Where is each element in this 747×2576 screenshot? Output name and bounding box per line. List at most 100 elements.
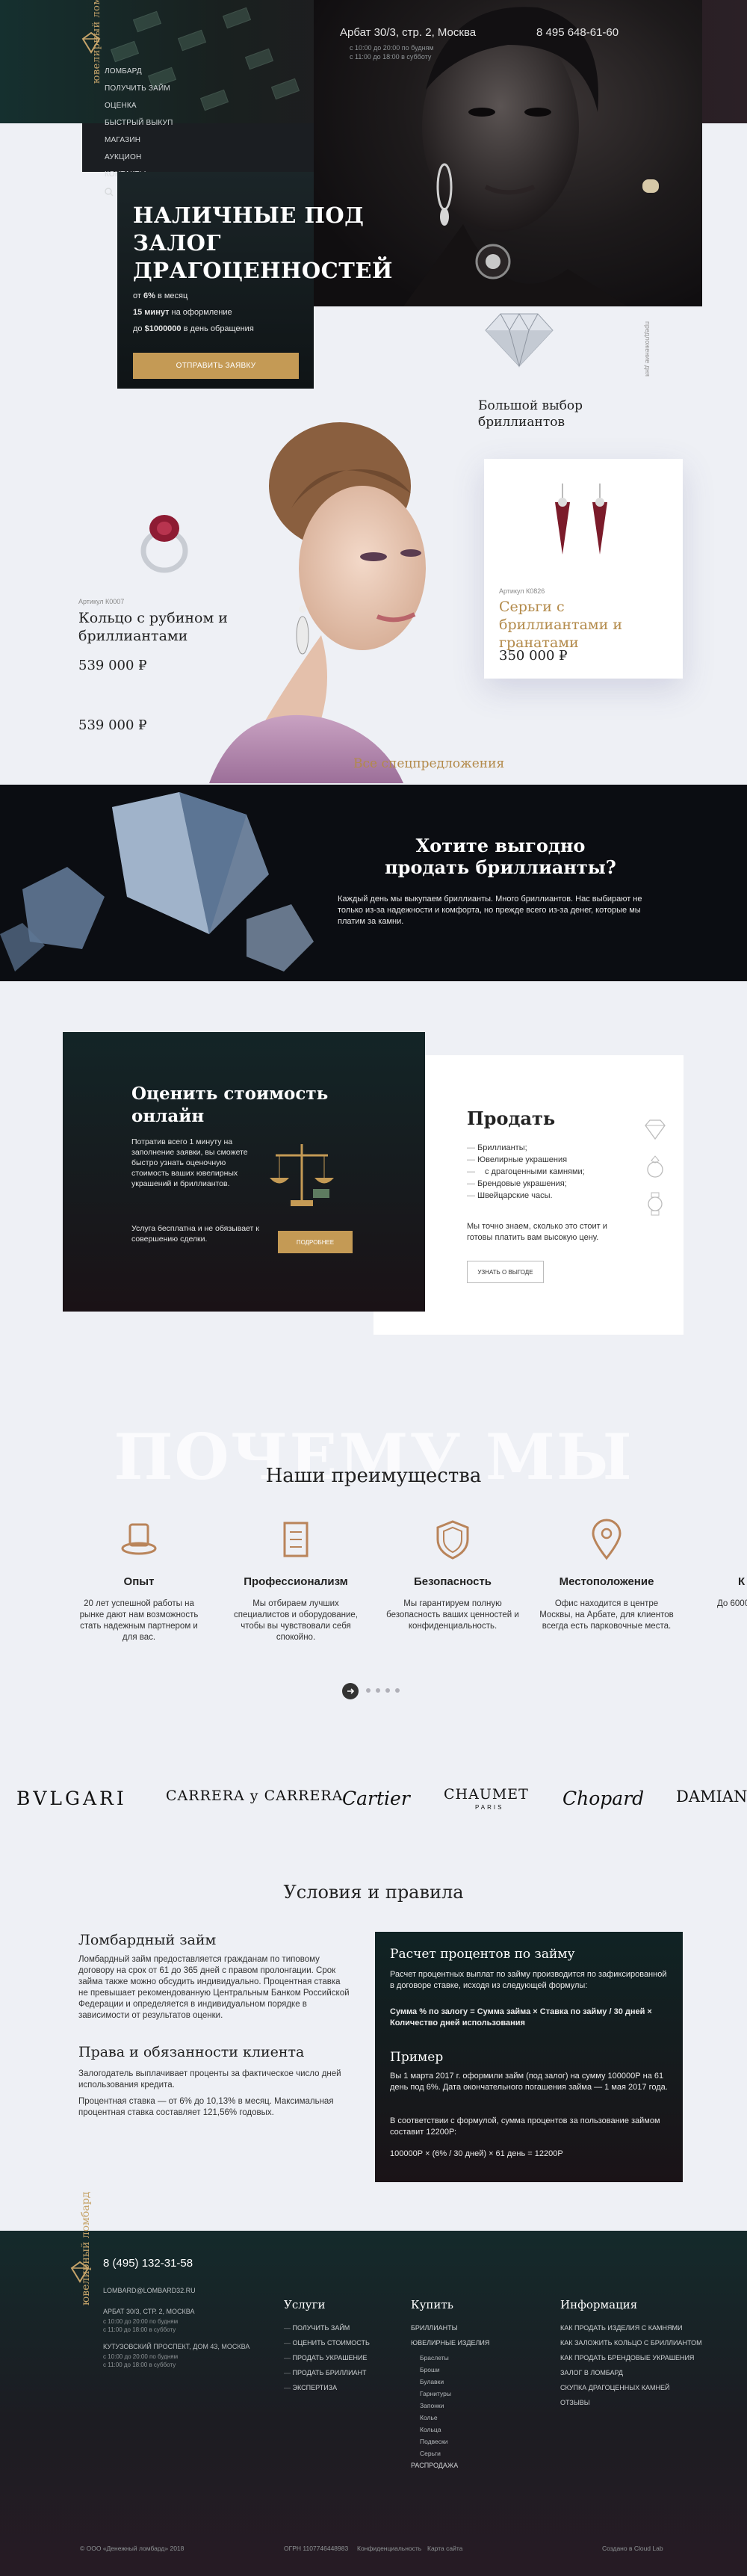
footer-link[interactable]: ОЦЕНИТЬ СТОИМОСТЬ [284, 2339, 370, 2354]
hero-amount: до $1000000 в день обращения [133, 324, 254, 333]
nav-item-get-loan[interactable]: ПОЛУЧИТЬ ЗАЙМ [105, 84, 173, 102]
header-phone[interactable]: 8 495 648-61-60 [536, 26, 619, 39]
advantages-title: Наши преимущества [265, 1465, 482, 1487]
footer-link[interactable]: ЗАЛОГ В ЛОМБАРД [560, 2369, 702, 2384]
sell-diamonds-banner [0, 785, 747, 981]
advantage-text: Мы отбираем лучших специалистов и оборуд… [234, 1599, 358, 1642]
product-card-ring[interactable]: Артикул К0007 Кольцо с рубином и бриллиа… [75, 493, 239, 740]
footer-link[interactable]: СКУПКА ДРАГОЦЕННЫХ КАМНЕЙ [560, 2384, 702, 2399]
nav-item-shop[interactable]: МАГАЗИН [105, 136, 173, 153]
product-article: Артикул К0007 [78, 598, 125, 605]
estimate-note: Услуга бесплатна и не обязывает к соверш… [131, 1224, 259, 1244]
footer-link[interactable]: РАСПРОДАЖА [411, 2462, 489, 2477]
footer-sublink[interactable]: Браслеты [411, 2354, 489, 2366]
hero-speed: 15 минут на оформление [133, 308, 232, 317]
brand-chopard[interactable]: Chopard [562, 1788, 644, 1809]
footer-link[interactable]: ЮВЕЛИРНЫЕ ИЗДЕЛИЯ [411, 2339, 489, 2354]
footer-logo[interactable]: ювелирный ломбард [69, 2192, 92, 2418]
nav-item-lombard[interactable]: ЛОМБАРД [105, 67, 173, 84]
rights-text: Залогодатель выплачивает проценты за фак… [78, 2069, 341, 2089]
ring-icon [647, 1155, 663, 1178]
footer-info-list: КАК ПРОДАТЬ ИЗДЕЛИЯ С КАМНЯМИ КАК ЗАЛОЖИ… [560, 2324, 702, 2414]
footer-email[interactable]: LOMBARD@LOMBARD32.RU [103, 2287, 196, 2294]
nav-item-auction[interactable]: АУКЦИОН [105, 153, 173, 170]
learn-benefit-button[interactable]: УЗНАТЬ О ВЫГОДЕ [467, 1261, 544, 1283]
footer-buy-title: Купить [411, 2298, 453, 2311]
model-with-earrings-photo [209, 418, 508, 783]
example-result: 100000Р × (6% / 30 дней) × 61 день = 122… [390, 2149, 563, 2158]
made-by[interactable]: Создано в Cloud Lab [602, 2545, 663, 2552]
nav-item-quick-buyout[interactable]: БЫСТРЫЙ ВЫКУП [105, 119, 173, 136]
sitemap-link[interactable]: Карта сайта [427, 2545, 462, 2552]
advantage-title: Безопасность [413, 1575, 492, 1588]
sell-list-item: Брендовые украшения; [467, 1178, 585, 1190]
scales-icon [270, 1144, 334, 1206]
brand-cartier[interactable]: Cartier [342, 1788, 410, 1809]
footer-link[interactable]: БРИЛЛИАНТЫ [411, 2324, 489, 2339]
calc-text: Расчет процентных выплат по займу произв… [390, 1970, 667, 1990]
carousel-dot[interactable] [385, 1688, 390, 1693]
carousel-dot[interactable] [395, 1688, 400, 1693]
earrings-image [555, 484, 607, 555]
watch-icon [648, 1192, 663, 1216]
footer-sublink[interactable]: Серьги [411, 2450, 489, 2462]
privacy-link[interactable]: Конфиденциальность [357, 2545, 421, 2552]
footer-link[interactable]: КАК ПРОДАТЬ ИЗДЕЛИЯ С КАМНЯМИ [560, 2324, 702, 2339]
sell-banner-title: Хотите выгодно продать бриллианты? [385, 835, 616, 878]
footer-link[interactable]: ОТЗЫВЫ [560, 2399, 702, 2414]
footer-link[interactable]: КАК ПРОДАТЬ БРЕНДОВЫЕ УКРАШЕНИЯ [560, 2354, 702, 2369]
footer-link[interactable]: ПРОДАТЬ УКРАШЕНИЕ [284, 2354, 370, 2369]
all-offers-link[interactable]: Все спецпредложения [353, 756, 504, 771]
product-card-earrings[interactable]: Артикул К0826 Серьги с бриллиантами и гр… [484, 459, 683, 679]
footer-sublink[interactable]: Булавки [411, 2378, 489, 2390]
more-details-button[interactable]: ПОДРОБНЕЕ [278, 1231, 353, 1253]
footer-sublink[interactable]: Гарнитуры [411, 2390, 489, 2402]
brand-damiani[interactable]: DAMIANI [676, 1788, 747, 1806]
product-price: 539 000 ₽ [78, 658, 147, 673]
carousel-next-arrow-icon[interactable] [342, 1683, 359, 1699]
header-hours: с 10:00 до 20:00 по будням с 11:00 до 18… [350, 43, 434, 61]
nav-item-estimate[interactable]: ОЦЕНКА [105, 102, 173, 119]
advantage-title: Местоположение [559, 1575, 654, 1588]
advantage-experience: Опыт 20 лет успешной работы на рынке даю… [72, 1517, 206, 1643]
footer-link[interactable]: ПОЛУЧИТЬ ЗАЙМ [284, 2324, 370, 2339]
footer-info-title: Информация [560, 2298, 638, 2311]
product-price: 350 000 ₽ [499, 648, 568, 664]
advantage-security: Безопасность Мы гарантируем полную безоп… [385, 1517, 520, 1632]
brand-chaumet[interactable]: CHAUMET [444, 1786, 529, 1803]
location-pin-icon [592, 1519, 622, 1560]
rights-title: Права и обязанности клиента [78, 2044, 305, 2060]
footer-link[interactable]: КАК ЗАЛОЖИТЬ КОЛЬЦО С БРИЛЛИАНТОМ [560, 2339, 702, 2354]
example-title: Пример [390, 2050, 444, 2065]
footer-hours-2a: с 10:00 до 20:00 по будням [103, 2353, 179, 2360]
footer-services-list: ПОЛУЧИТЬ ЗАЙМ ОЦЕНИТЬ СТОИМОСТЬ ПРОДАТЬ … [284, 2324, 370, 2399]
footer-address-1: АРБАТ 30/3, СТР. 2, МОСКВА [103, 2308, 195, 2315]
footer-buy-list: БРИЛЛИАНТЫ ЮВЕЛИРНЫЕ ИЗДЕЛИЯ Браслеты Бр… [411, 2324, 489, 2477]
estimate-text: Потратив всего 1 минуту на заполнение за… [131, 1137, 248, 1188]
logo[interactable]: ювелирный ломбард [81, 0, 103, 226]
footer-link[interactable]: ЭКСПЕРТИЗА [284, 2384, 370, 2399]
footer-sublink[interactable]: Подвески [411, 2438, 489, 2450]
footer-sublink[interactable]: Броши [411, 2366, 489, 2378]
scroll-icon [283, 1522, 309, 1557]
send-request-button[interactable]: ОТПРАВИТЬ ЗАЯВКУ [133, 353, 299, 379]
calc-title: Расчет процентов по займу [390, 1947, 575, 1962]
brand-bvlgari[interactable]: BVLGARI [16, 1788, 127, 1809]
footer: ювелирный ломбард 8 (495) 132-31-58 LOMB… [0, 2192, 747, 2576]
carousel-dot[interactable] [376, 1688, 380, 1693]
footer-sublink[interactable]: Колье [411, 2414, 489, 2426]
product-name[interactable]: Кольцо с рубином и бриллиантами [78, 609, 250, 645]
example-text-2: В соответствии с формулой, сумма процент… [390, 2116, 660, 2137]
footer-phone[interactable]: 8 (495) 132-31-58 [103, 2257, 193, 2270]
advantage-text: Офис находится в центре Москвы, на Арбат… [539, 1599, 674, 1631]
footer-sublink[interactable]: Кольца [411, 2426, 489, 2438]
carousel-dot[interactable] [366, 1688, 371, 1693]
footer-link[interactable]: ПРОДАТЬ БРИЛЛИАНТ [284, 2369, 370, 2384]
brand-carrera[interactable]: CARRERA y CARRERA [166, 1788, 343, 1804]
sell-list-item: Швейцарские часы. [467, 1190, 585, 1202]
product-name[interactable]: Серьги с бриллиантами и гранатами [499, 598, 671, 652]
footer-sublink[interactable]: Запонки [411, 2402, 489, 2414]
conditions-title: Условия и правила [283, 1882, 464, 1903]
rights-rate-text: Процентная ставка — от 6% до 10,13% в ме… [78, 2097, 334, 2117]
sell-list-item: Ювелирные украшения [467, 1154, 585, 1166]
